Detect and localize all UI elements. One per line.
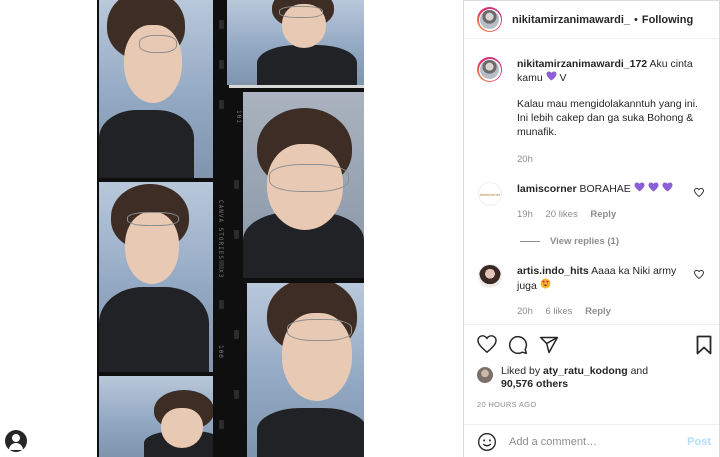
user-profile-icon[interactable] bbox=[5, 430, 27, 452]
comment-icon[interactable] bbox=[508, 335, 528, 355]
commenter-avatar-logo: lamiscorner bbox=[479, 191, 501, 197]
author-avatar[interactable] bbox=[477, 7, 502, 32]
comment-item: lamiscorner lamiscorner BORAHAE 19h 20 l… bbox=[477, 182, 712, 222]
film-frame bbox=[99, 376, 213, 457]
share-icon[interactable] bbox=[539, 335, 559, 355]
film-frame bbox=[99, 0, 213, 178]
post-comment-button[interactable]: Post bbox=[687, 436, 711, 448]
comment-time[interactable]: 19h bbox=[517, 209, 533, 220]
purple-heart-icon bbox=[648, 182, 659, 192]
comments-list[interactable]: nikitamirzanimawardi_172 Aku cinta kamu … bbox=[464, 40, 719, 324]
reply-button[interactable]: Reply bbox=[590, 209, 616, 220]
purple-heart-icon bbox=[546, 71, 557, 81]
purple-heart-icon bbox=[634, 182, 645, 192]
view-replies-line bbox=[520, 241, 540, 242]
heart-eyes-emoji-icon bbox=[540, 278, 551, 289]
comment-likes[interactable]: 20 likes bbox=[546, 209, 578, 220]
comment-likes[interactable]: 6 likes bbox=[546, 306, 573, 317]
commenter-username[interactable]: lamiscorner bbox=[517, 183, 577, 195]
following-button[interactable]: Following bbox=[642, 14, 693, 26]
purple-heart-icon bbox=[662, 182, 673, 192]
like-comment-icon[interactable] bbox=[694, 270, 704, 279]
author-username[interactable]: nikitamirzanimawardi_ bbox=[512, 14, 630, 26]
post-media-pane: CANVA STORIES FX3 100 101 bbox=[0, 0, 464, 457]
separator-dot: • bbox=[634, 13, 638, 26]
likes-conj: and bbox=[630, 365, 649, 377]
save-icon[interactable] bbox=[696, 335, 712, 355]
add-comment-bar: Add a comment… Post bbox=[464, 424, 719, 457]
post-header: nikitamirzanimawardi_ • Following bbox=[464, 1, 719, 39]
film-frame bbox=[247, 283, 364, 457]
caption-time[interactable]: 20h bbox=[517, 154, 533, 165]
add-comment-input[interactable]: Add a comment… bbox=[509, 436, 687, 448]
like-comment-icon[interactable] bbox=[694, 188, 704, 197]
like-icon[interactable] bbox=[477, 335, 497, 353]
film-label: 100 bbox=[217, 345, 224, 359]
commenter-username[interactable]: artis.indo_hits bbox=[517, 265, 589, 277]
film-frame bbox=[227, 0, 364, 85]
film-frame bbox=[99, 182, 213, 372]
view-replies-label: View replies (1) bbox=[550, 236, 619, 247]
post-actions-bar bbox=[464, 324, 719, 362]
comment-text: BORAHAE bbox=[579, 183, 631, 195]
commenter-avatar[interactable]: lamiscorner bbox=[478, 182, 502, 206]
post-timestamp[interactable]: 20 HOURS AGO bbox=[477, 400, 536, 409]
comment-time[interactable]: 20h bbox=[517, 306, 533, 317]
likes-summary: Liked by aty_ratu_kodong and 90,576 othe… bbox=[477, 365, 712, 391]
likes-count[interactable]: 90,576 others bbox=[501, 378, 568, 390]
likes-prefix: Liked by bbox=[501, 365, 541, 377]
post-caption: nikitamirzanimawardi_172 Aku cinta kamu … bbox=[477, 57, 707, 167]
caption-username[interactable]: nikitamirzanimawardi_172 bbox=[517, 58, 647, 70]
emoji-icon[interactable] bbox=[477, 432, 497, 452]
liker-avatar[interactable] bbox=[477, 367, 493, 383]
caption-suffix: V bbox=[559, 72, 567, 84]
caption-avatar[interactable] bbox=[477, 57, 502, 82]
view-replies-button[interactable]: View replies (1) bbox=[520, 236, 619, 247]
commenter-avatar[interactable] bbox=[478, 264, 502, 288]
post-details-pane: nikitamirzanimawardi_ • Following nikita… bbox=[464, 0, 720, 457]
comment-item: artis.indo_hits Aaaa ka Niki army juga 2… bbox=[477, 264, 712, 319]
liker-username[interactable]: aty_ratu_kodong bbox=[543, 365, 628, 377]
film-label: 101 bbox=[235, 110, 242, 124]
post-photo[interactable]: CANVA STORIES FX3 100 101 bbox=[97, 0, 364, 457]
film-frame bbox=[243, 92, 364, 278]
caption-paragraph: Kalau mau mengidolakanntuh yang ini. Ini… bbox=[517, 98, 698, 138]
reply-button[interactable]: Reply bbox=[585, 306, 611, 317]
